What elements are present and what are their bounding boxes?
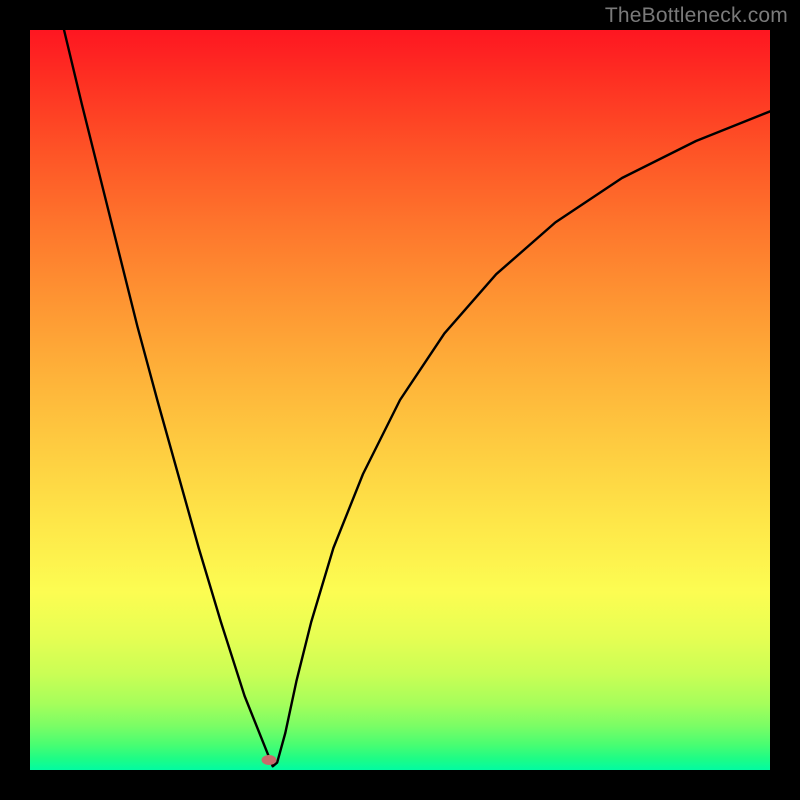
watermark-text: TheBottleneck.com <box>605 4 788 28</box>
plot-area <box>30 30 770 770</box>
optimal-point-marker <box>262 755 277 765</box>
bottleneck-curve <box>64 30 770 766</box>
curve-svg <box>30 30 770 770</box>
chart-stage: TheBottleneck.com <box>0 0 800 800</box>
